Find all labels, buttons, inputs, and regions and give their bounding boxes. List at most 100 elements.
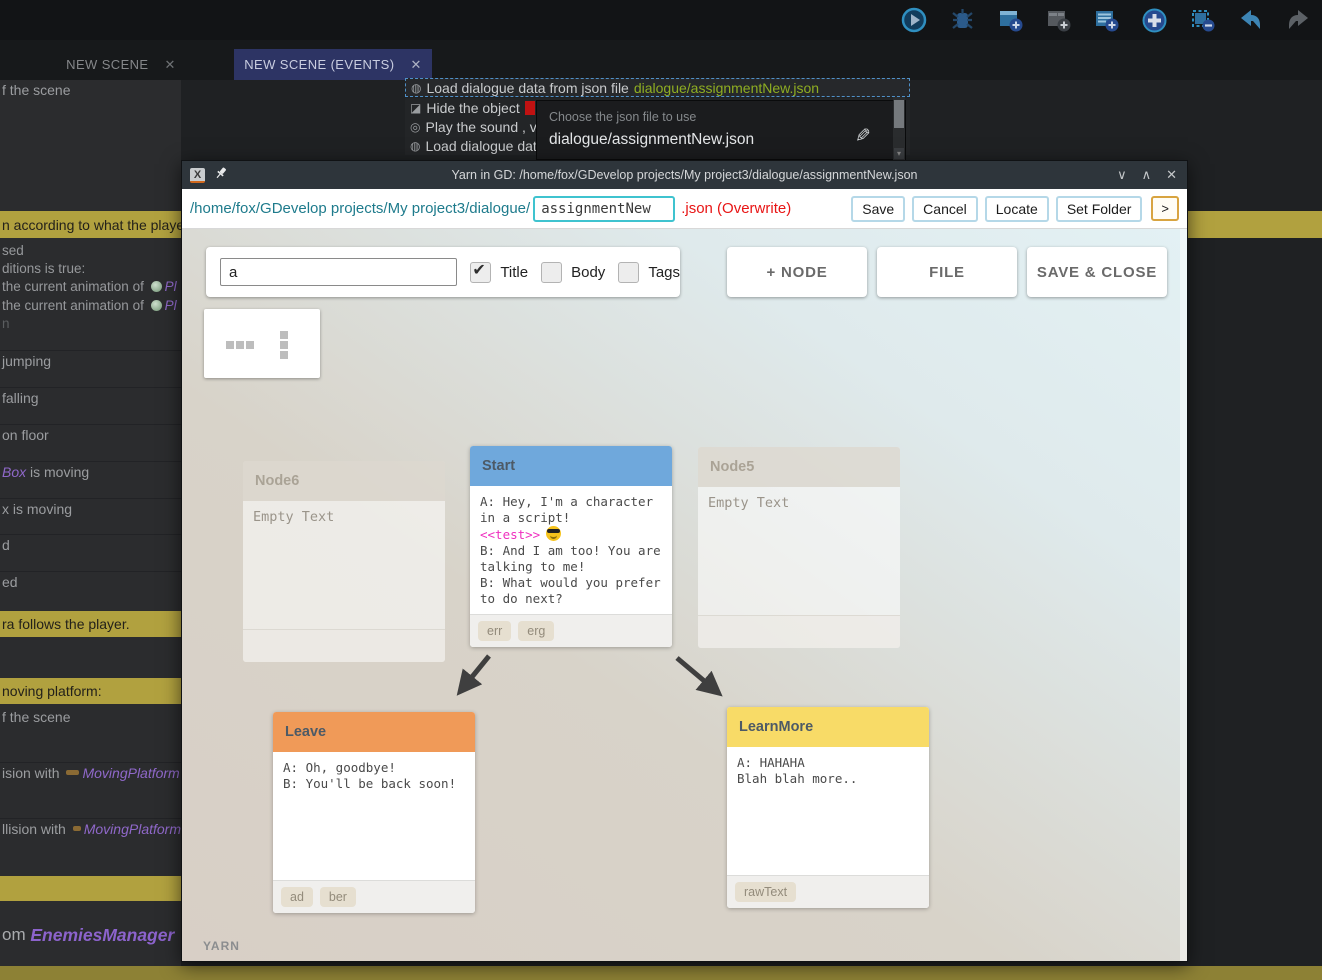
node-body[interactable]: Empty Text [698, 487, 900, 615]
node-body[interactable]: A: Oh, goodbye!B: You'll be back soon! [273, 752, 475, 880]
node-body[interactable]: A: Hey, I'm a character in a script!<<te… [470, 486, 672, 614]
event-row[interactable]: n according to what the playe [0, 211, 181, 238]
node-title: Leave [285, 724, 326, 740]
more-button[interactable]: > [1151, 196, 1179, 221]
node-title: Node5 [710, 459, 754, 475]
event-row[interactable]: Box is moving [0, 461, 181, 481]
event-row[interactable]: on floor [0, 424, 181, 444]
debug-icon[interactable] [949, 7, 976, 34]
canvas-scrollbar[interactable] [1180, 229, 1187, 961]
event-row[interactable]: f the scene [0, 80, 181, 100]
node-tag-ad[interactable]: ad [281, 887, 313, 907]
play-debug-icon[interactable] [901, 7, 928, 34]
redo-icon[interactable] [1285, 7, 1312, 34]
deselect-icon[interactable] [1189, 7, 1216, 34]
event-text: llision with [2, 821, 70, 837]
expand-icon[interactable]: ∧ [1142, 167, 1152, 183]
picker-value[interactable]: dialogue/assignmentNew.json [549, 131, 754, 149]
event-text: n according to what the playe [2, 217, 181, 233]
event-text: om [2, 925, 30, 945]
event-row[interactable]: f the scene [0, 707, 181, 726]
pin-icon[interactable] [214, 166, 228, 185]
checkbox-tags[interactable] [618, 262, 639, 283]
tab-new-scene[interactable]: NEW SCENE ✕ [8, 49, 234, 80]
node-title-bar[interactable]: Start [470, 446, 672, 486]
set-folder-button[interactable]: Set Folder [1056, 196, 1143, 222]
event-row-load-dialogue[interactable]: ◍ Load dialogue data from json file dial… [405, 78, 910, 97]
node-tag-bar [243, 629, 445, 662]
event-row[interactable]: ra follows the player. [0, 611, 181, 637]
events-sheet-left-column: f the scene n according to what the playe… [0, 80, 181, 966]
tab-label: NEW SCENE (EVENTS) [244, 57, 394, 72]
file-button[interactable]: FILE [877, 247, 1017, 297]
event-row[interactable]: the current animation of Pl [0, 296, 181, 315]
filename-input[interactable] [533, 196, 675, 222]
tab-close-icon[interactable]: ✕ [410, 57, 421, 73]
filter-title[interactable]: Title [470, 262, 528, 283]
scrollbar-thumb[interactable] [894, 100, 904, 128]
event-row[interactable]: ed [0, 571, 181, 591]
add-external-layout-icon[interactable] [1045, 7, 1072, 34]
checkbox-title[interactable] [470, 262, 491, 283]
yarn-node-canvas[interactable]: TitleBodyTags Node6Empty TextStartA: Hey… [182, 229, 1187, 961]
tab-close-icon[interactable]: ✕ [165, 57, 176, 73]
pencil-icon[interactable]: ✎ [855, 125, 871, 148]
dialogue-line: A: Oh, goodbye! [283, 760, 465, 776]
gear-icon: ◍ [411, 81, 421, 95]
close-icon[interactable]: ✕ [1166, 167, 1177, 183]
event-text: sed [2, 243, 24, 258]
player-icon [151, 300, 162, 311]
node-tag-ber[interactable]: ber [320, 887, 356, 907]
event-row[interactable]: ditions is true: [0, 259, 181, 277]
event-row[interactable]: x is moving [0, 498, 181, 518]
node-body[interactable]: A: HAHAHABlah blah more.. [727, 747, 929, 875]
dialog-titlebar[interactable]: X Yarn in GD: /home/fox/GDevelop project… [182, 161, 1187, 189]
event-row[interactable] [0, 876, 181, 901]
node-body[interactable]: Empty Text [243, 501, 445, 629]
event-row[interactable]: om EnemiesManager [0, 918, 181, 952]
events-scrollbar[interactable]: ▾ [893, 97, 905, 160]
add-object-icon[interactable] [1141, 7, 1168, 34]
add-scene-icon[interactable] [997, 7, 1024, 34]
locate-button[interactable]: Locate [985, 196, 1049, 222]
event-json-link[interactable]: dialogue/assignmentNew.json [634, 80, 819, 96]
tab-new-scene-events[interactable]: NEW SCENE (EVENTS) ✕ [234, 49, 432, 80]
event-row[interactable]: sed [0, 241, 181, 259]
filter-tags[interactable]: Tags [618, 262, 680, 283]
node-tag-err[interactable]: err [478, 621, 511, 641]
dialogue-line: B: And I am too! You are talking to me! [480, 543, 662, 575]
cancel-button[interactable]: Cancel [912, 196, 978, 222]
dialogue-node-learnmore[interactable]: LearnMoreA: HAHAHABlah blah more.. rawTex… [727, 707, 929, 908]
dialogue-node-leave[interactable]: Leave A: Oh, goodbye!B: You'll be back so… [273, 712, 475, 913]
node-title-bar[interactable]: Node5 [698, 447, 900, 487]
event-row[interactable]: jumping [0, 350, 181, 370]
event-row[interactable]: ision with MovingPlatform [0, 762, 181, 782]
event-row[interactable]: llision with MovingPlatform [0, 818, 181, 838]
event-row[interactable]: noving platform: [0, 678, 181, 704]
event-row[interactable]: falling [0, 387, 181, 407]
dialogue-node-node5[interactable]: Node5 Empty Text [698, 447, 900, 648]
minimap-node [236, 341, 244, 349]
--node-button[interactable]: + NODE [727, 247, 867, 297]
save-button[interactable]: Save [851, 196, 905, 222]
node-tag-erg[interactable]: erg [518, 621, 554, 641]
minimap[interactable] [204, 309, 320, 378]
event-row[interactable]: n [0, 315, 181, 331]
node-tag-rawText[interactable]: rawText [735, 882, 796, 902]
node-title-bar[interactable]: Leave [273, 712, 475, 752]
save---close-button[interactable]: SAVE & CLOSE [1027, 247, 1167, 297]
filter-body[interactable]: Body [541, 262, 605, 283]
search-input[interactable] [220, 258, 457, 286]
event-row[interactable]: d [0, 534, 181, 554]
collapse-icon[interactable]: ∨ [1117, 167, 1127, 183]
event-row[interactable]: the current animation of Pl [0, 277, 181, 296]
dialogue-node-node6[interactable]: Node6Empty Text [243, 461, 445, 662]
node-title-bar[interactable]: Node6 [243, 461, 445, 501]
checkbox-body[interactable] [541, 262, 562, 283]
scrollbar-down-arrow[interactable]: ▾ [894, 148, 904, 159]
node-title-bar[interactable]: LearnMore [727, 707, 929, 747]
node-tag-bar [698, 615, 900, 648]
dialogue-node-start[interactable]: StartA: Hey, I'm a character in a script… [470, 446, 672, 647]
add-external-events-icon[interactable] [1093, 7, 1120, 34]
undo-icon[interactable] [1237, 7, 1264, 34]
